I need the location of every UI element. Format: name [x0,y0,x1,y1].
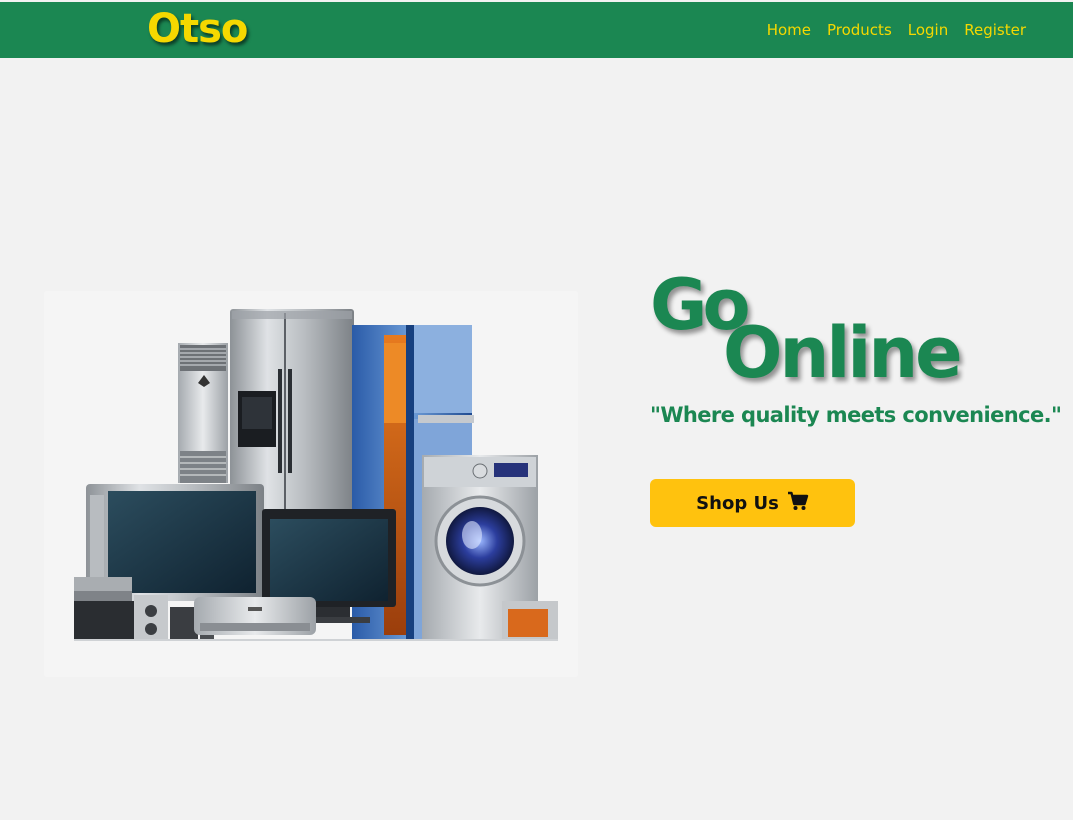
top-navbar: Otso Home Products Login Register [0,2,1073,58]
nav-link-home[interactable]: Home [767,21,811,39]
nav-link-login[interactable]: Login [908,21,948,39]
shop-us-label: Shop Us [696,492,779,514]
nav-link-products[interactable]: Products [827,21,892,39]
shop-us-button[interactable]: Shop Us [650,479,855,527]
hero-headline: Go Online [650,262,1050,402]
appliances-illustration [74,309,558,641]
nav-links: Home Products Login Register [767,2,1026,58]
brand-logo[interactable]: Otso [147,2,248,58]
home-appliances-image [44,291,578,677]
nav-link-register[interactable]: Register [964,21,1026,39]
shopping-cart-icon [787,491,809,516]
hero-tagline: "Where quality meets convenience." [650,403,1062,427]
headline-online: Online [723,312,963,394]
